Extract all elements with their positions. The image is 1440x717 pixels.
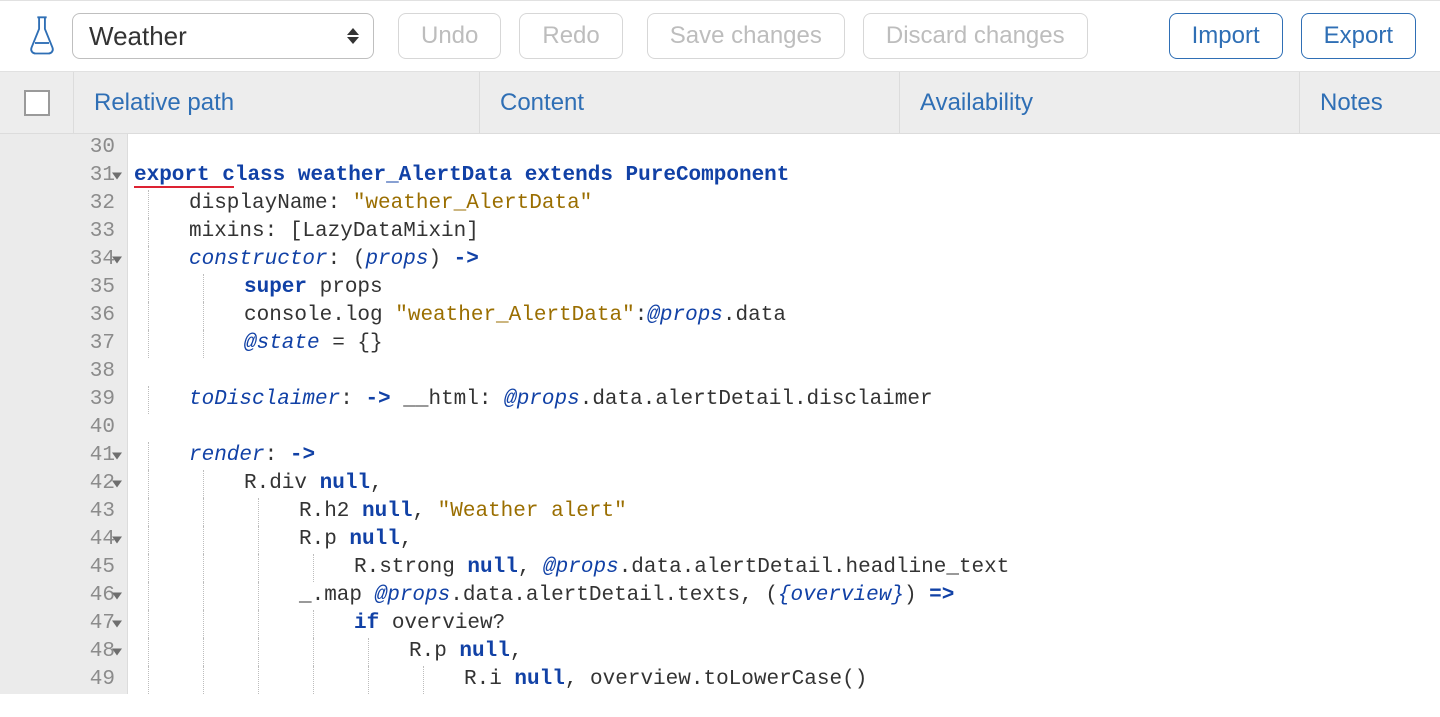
select-all-checkbox[interactable] (24, 90, 50, 116)
line-number: 35 (0, 274, 121, 302)
line-number: 47 (0, 610, 121, 638)
select-all-cell (0, 72, 74, 133)
code-line[interactable]: R.div null, (134, 470, 1440, 498)
discard-changes-button[interactable]: Discard changes (863, 13, 1088, 59)
project-select[interactable]: Weather (72, 13, 374, 59)
column-content-label: Content (500, 89, 584, 117)
code-line[interactable]: _.map @props.data.alertDetail.texts, ({o… (134, 582, 1440, 610)
undo-button[interactable]: Undo (398, 13, 501, 59)
undo-label: Undo (421, 22, 478, 50)
line-number: 49 (0, 666, 121, 694)
code-line[interactable]: @state = {} (134, 330, 1440, 358)
toolbar: Weather Undo Redo Save changes Discard c… (0, 0, 1440, 72)
line-number: 41 (0, 442, 121, 470)
line-number: 38 (0, 358, 121, 386)
code-area[interactable]: export class weather_AlertData extends P… (128, 134, 1440, 694)
column-availability[interactable]: Availability (900, 72, 1300, 133)
line-number: 44 (0, 526, 121, 554)
line-number: 43 (0, 498, 121, 526)
code-line[interactable] (134, 358, 1440, 386)
project-select-value: Weather (73, 21, 227, 52)
line-number: 34 (0, 246, 121, 274)
code-line[interactable]: R.strong null, @props.data.alertDetail.h… (134, 554, 1440, 582)
code-line[interactable] (134, 134, 1440, 162)
flask-icon (28, 15, 56, 57)
line-number: 40 (0, 414, 121, 442)
code-line[interactable]: export class weather_AlertData extends P… (134, 162, 1440, 190)
code-line[interactable]: render: -> (134, 442, 1440, 470)
column-notes-label: Notes (1320, 89, 1383, 117)
code-editor[interactable]: 3031323334353637383940414243444546474849… (0, 134, 1440, 694)
line-number: 39 (0, 386, 121, 414)
line-number: 31 (0, 162, 121, 190)
column-availability-label: Availability (920, 89, 1033, 117)
line-number: 48 (0, 638, 121, 666)
code-line[interactable]: R.p null, (134, 526, 1440, 554)
line-number: 37 (0, 330, 121, 358)
save-label: Save changes (670, 22, 822, 50)
code-line[interactable] (134, 414, 1440, 442)
code-line[interactable]: mixins: [LazyDataMixin] (134, 218, 1440, 246)
code-line[interactable]: if overview? (134, 610, 1440, 638)
line-number: 36 (0, 302, 121, 330)
column-relative-path-label: Relative path (94, 89, 234, 117)
code-line[interactable]: R.h2 null, "Weather alert" (134, 498, 1440, 526)
columns-header: Relative path Content Availability Notes (0, 72, 1440, 134)
code-line[interactable]: R.i null, overview.toLowerCase() (134, 666, 1440, 694)
export-label: Export (1324, 22, 1393, 50)
save-changes-button[interactable]: Save changes (647, 13, 845, 59)
code-line[interactable]: displayName: "weather_AlertData" (134, 190, 1440, 218)
code-line[interactable]: console.log "weather_AlertData":@props.d… (134, 302, 1440, 330)
redo-label: Redo (542, 22, 599, 50)
line-number-gutter: 3031323334353637383940414243444546474849 (0, 134, 128, 694)
discard-label: Discard changes (886, 22, 1065, 50)
column-relative-path[interactable]: Relative path (74, 72, 480, 133)
line-number: 45 (0, 554, 121, 582)
import-button[interactable]: Import (1169, 13, 1283, 59)
export-button[interactable]: Export (1301, 13, 1416, 59)
code-line[interactable]: R.p null, (134, 638, 1440, 666)
redo-button[interactable]: Redo (519, 13, 622, 59)
code-line[interactable]: constructor: (props) -> (134, 246, 1440, 274)
error-underline (134, 186, 234, 188)
line-number: 33 (0, 218, 121, 246)
line-number: 46 (0, 582, 121, 610)
select-caret-icon (347, 28, 359, 44)
column-content[interactable]: Content (480, 72, 900, 133)
import-label: Import (1192, 22, 1260, 50)
line-number: 42 (0, 470, 121, 498)
line-number: 32 (0, 190, 121, 218)
code-line[interactable]: super props (134, 274, 1440, 302)
line-number: 30 (0, 134, 121, 162)
code-line[interactable]: toDisclaimer: -> __html: @props.data.ale… (134, 386, 1440, 414)
column-notes[interactable]: Notes (1300, 72, 1440, 133)
